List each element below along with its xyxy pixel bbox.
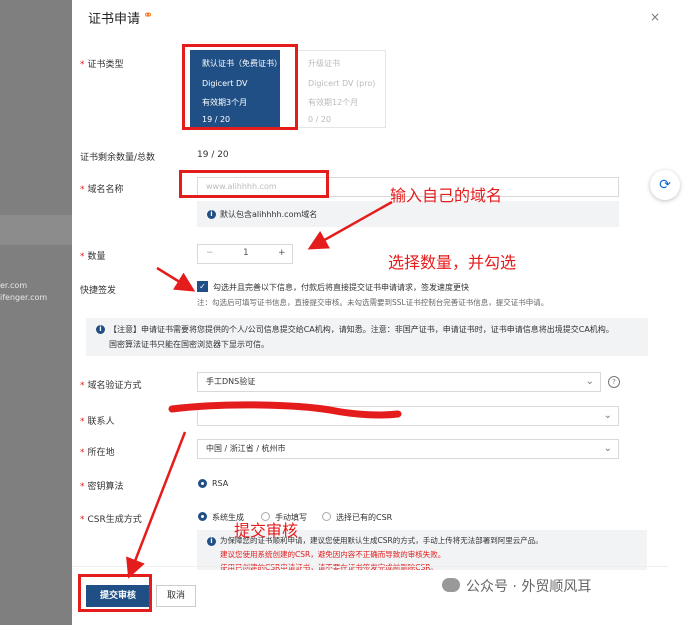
redaction-scribble [168, 401, 402, 419]
scan-icon[interactable]: ⟳ [650, 170, 680, 200]
arrow-to-quantity [307, 200, 393, 250]
annotation-arrows [126, 200, 402, 579]
watermark: 公众号 · 外贸顺风耳 [466, 579, 592, 595]
wechat-icon [442, 578, 460, 592]
arrow-to-checkbox [156, 266, 196, 292]
arrow-to-submit [126, 431, 187, 579]
